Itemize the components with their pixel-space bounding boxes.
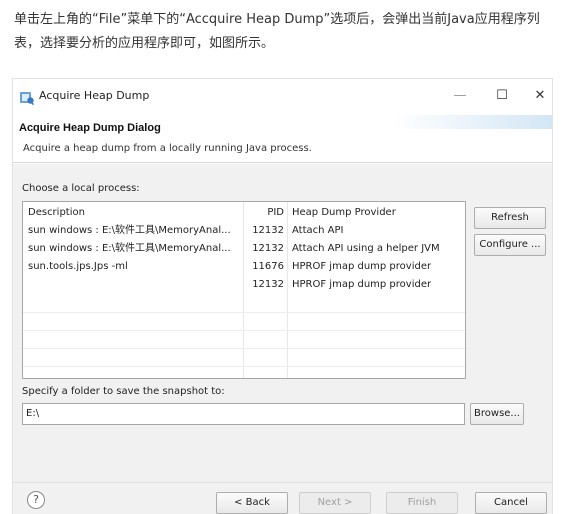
row-1-description[interactable]: sun windows : E:\软件工具\MemoryAnal... xyxy=(28,222,242,240)
row-divider xyxy=(23,348,465,349)
row-2-pid[interactable]: 12132 xyxy=(244,240,284,258)
window-title: Acquire Heap Dump xyxy=(39,89,150,102)
row-3-pid[interactable]: 11676 xyxy=(244,258,284,276)
row-2-provider[interactable]: Attach API using a helper JVM xyxy=(292,240,440,258)
next-button[interactable]: Next > xyxy=(299,492,371,514)
column-header-provider[interactable]: Heap Dump Provider xyxy=(292,204,396,222)
row-2-description[interactable]: sun windows : E:\软件工具\MemoryAnal... xyxy=(28,240,242,258)
dialog-description: Acquire a heap dump from a locally runni… xyxy=(23,143,312,154)
help-icon[interactable]: ? xyxy=(27,491,45,509)
process-table[interactable]: Description PID Heap Dump Provider sun w… xyxy=(22,201,466,379)
header-banner xyxy=(392,115,552,129)
row-4-pid[interactable]: 12132 xyxy=(244,276,284,294)
row-1-pid[interactable]: 12132 xyxy=(244,222,284,240)
article-paragraph: 单击左上角的“File”菜单下的“Accquire Heap Dump”选项后，… xyxy=(14,12,540,51)
back-button[interactable]: < Back xyxy=(216,492,288,514)
minimize-button[interactable]: — xyxy=(445,85,475,107)
row-divider xyxy=(23,330,465,331)
dialog-header: Acquire Heap Dump Dialog Acquire a heap … xyxy=(13,115,552,163)
column-header-description[interactable]: Description xyxy=(28,204,85,222)
close-button[interactable]: ✕ xyxy=(525,85,555,107)
row-divider xyxy=(23,366,465,367)
row-4-description[interactable] xyxy=(28,276,242,294)
browse-button[interactable]: Browse... xyxy=(470,403,524,425)
refresh-button[interactable]: Refresh xyxy=(474,207,546,229)
folder-label: Specify a folder to save the snapshot to… xyxy=(22,386,225,397)
cancel-button[interactable]: Cancel xyxy=(475,492,547,514)
configure-button[interactable]: Configure ... xyxy=(474,234,546,256)
row-4-provider[interactable]: HPROF jmap dump provider xyxy=(292,276,431,294)
process-list-label: Choose a local process: xyxy=(22,183,140,194)
dialog-footer: ? < Back Next > Finish Cancel xyxy=(13,482,552,514)
dialog-body: Choose a local process: Description PID … xyxy=(13,164,552,482)
column-header-pid[interactable]: PID xyxy=(244,204,284,222)
row-3-provider[interactable]: HPROF jmap dump provider xyxy=(292,258,431,276)
row-3-description[interactable]: sun.tools.jps.Jps -ml xyxy=(28,258,242,276)
row-divider xyxy=(23,312,465,313)
app-icon xyxy=(20,92,35,105)
maximize-button[interactable]: ☐ xyxy=(487,85,517,107)
folder-path-input[interactable]: E:\ xyxy=(22,403,465,425)
title-bar: Acquire Heap Dump — ☐ ✕ xyxy=(13,79,552,115)
acquire-heap-dump-dialog: Acquire Heap Dump — ☐ ✕ Acquire Heap Dum… xyxy=(12,78,553,514)
finish-button[interactable]: Finish xyxy=(386,492,458,514)
row-1-provider[interactable]: Attach API xyxy=(292,222,343,240)
dialog-title: Acquire Heap Dump Dialog xyxy=(19,122,161,134)
